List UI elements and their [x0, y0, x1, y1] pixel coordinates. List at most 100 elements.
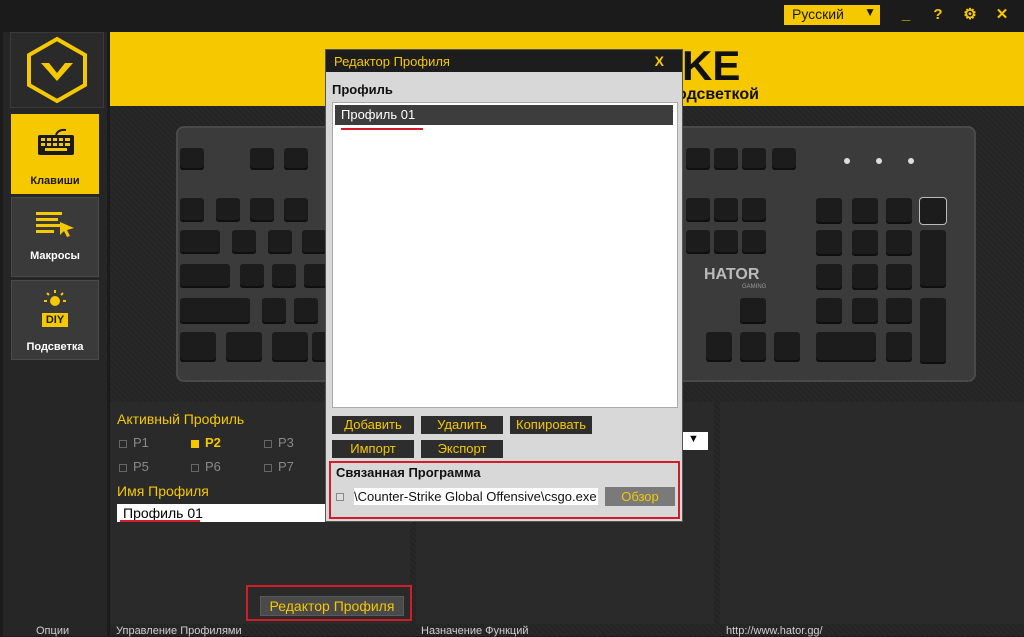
key[interactable]: [272, 264, 296, 288]
language-select[interactable]: Русский ▼: [784, 5, 880, 25]
sidebar-item-keys[interactable]: Клавиши: [11, 114, 99, 194]
key[interactable]: [920, 230, 946, 288]
profile-name-label: Имя Профиля: [117, 483, 209, 499]
close-button[interactable]: ✕: [990, 4, 1014, 26]
key[interactable]: [180, 298, 250, 324]
key[interactable]: [886, 230, 912, 256]
key[interactable]: [774, 332, 800, 362]
sidebar-item-lighting[interactable]: DIY Подсветка: [11, 280, 99, 360]
key[interactable]: [816, 264, 842, 290]
key[interactable]: [886, 198, 912, 224]
key[interactable]: [816, 198, 842, 224]
delete-button[interactable]: Удалить: [421, 416, 503, 434]
profile-slot-p3[interactable]: P3: [264, 435, 294, 450]
key[interactable]: [714, 148, 738, 170]
add-button[interactable]: Добавить: [332, 416, 414, 434]
key[interactable]: [886, 298, 912, 324]
key[interactable]: [742, 198, 766, 222]
key[interactable]: [268, 230, 292, 254]
key[interactable]: [250, 148, 274, 170]
key[interactable]: [240, 264, 264, 288]
banner-title: KE: [682, 42, 741, 89]
key[interactable]: [742, 148, 766, 170]
info-panel: [720, 402, 1024, 624]
key[interactable]: [180, 332, 216, 362]
sidebar-item-label: Подсветка: [26, 341, 84, 353]
key[interactable]: [852, 230, 878, 256]
key[interactable]: [772, 148, 796, 170]
key[interactable]: [816, 332, 876, 362]
key[interactable]: [852, 298, 878, 324]
dialog-close-icon[interactable]: X: [655, 53, 664, 69]
key[interactable]: [852, 264, 878, 290]
sidebar-item-label: Клавиши: [30, 175, 80, 187]
indicator-led: [876, 158, 882, 164]
key[interactable]: [284, 198, 308, 222]
key[interactable]: [284, 148, 308, 170]
key[interactable]: [250, 198, 274, 222]
key[interactable]: [302, 230, 326, 254]
indicator-led: [844, 158, 850, 164]
settings-gear-icon[interactable]: ⚙: [958, 4, 982, 26]
profile-slot-p5[interactable]: P5: [119, 459, 149, 474]
key[interactable]: [216, 198, 240, 222]
import-button[interactable]: Импорт: [332, 440, 414, 458]
key[interactable]: [714, 198, 738, 222]
language-value: Русский: [792, 6, 844, 22]
key[interactable]: [886, 264, 912, 290]
key[interactable]: [920, 198, 946, 224]
footer-url-link[interactable]: http://www.hator.gg/: [726, 625, 823, 637]
export-button[interactable]: Экспорт: [421, 440, 503, 458]
copy-button[interactable]: Копировать: [510, 416, 592, 434]
profile-slot-p1[interactable]: P1: [119, 435, 149, 450]
linked-program-path[interactable]: \Counter-Strike Global Offensive\csgo.ex…: [354, 488, 598, 505]
sidebar-item-label: Макросы: [30, 250, 80, 262]
key[interactable]: [180, 230, 220, 254]
key[interactable]: [686, 230, 710, 254]
footer-function-assign[interactable]: Назначение Функций: [421, 625, 529, 637]
key[interactable]: [816, 298, 842, 324]
dropdown-field[interactable]: ▼: [680, 432, 708, 450]
profile-slot-p6[interactable]: P6: [191, 459, 221, 474]
linked-program-checkbox[interactable]: [336, 493, 344, 501]
profile-slot-p2[interactable]: P2: [191, 435, 221, 450]
key[interactable]: [180, 264, 230, 288]
key[interactable]: [686, 148, 710, 170]
key[interactable]: [686, 198, 710, 222]
key[interactable]: [740, 332, 766, 362]
app-logo: [10, 32, 104, 108]
keyboard-icon: [38, 128, 74, 155]
key[interactable]: [706, 332, 732, 362]
key[interactable]: [920, 298, 946, 364]
key[interactable]: [180, 148, 204, 170]
help-button[interactable]: ?: [926, 4, 950, 26]
key[interactable]: [262, 298, 286, 324]
key[interactable]: [742, 230, 766, 254]
key[interactable]: [272, 332, 308, 362]
key[interactable]: [180, 198, 204, 222]
key[interactable]: [294, 298, 318, 324]
macro-icon: [36, 212, 74, 237]
dialog-titlebar: Редактор Профиля X: [326, 50, 682, 72]
browse-button[interactable]: Обзор: [605, 487, 675, 506]
footer-options[interactable]: Опции: [36, 625, 69, 637]
key[interactable]: [816, 230, 842, 256]
key[interactable]: [852, 198, 878, 224]
key[interactable]: [886, 332, 912, 362]
key[interactable]: [226, 332, 262, 362]
key[interactable]: [714, 230, 738, 254]
profile-slot-p7[interactable]: P7: [264, 459, 294, 474]
banner-subtitle: одсветкой: [677, 86, 759, 103]
list-item[interactable]: Профиль 01: [335, 105, 673, 125]
key[interactable]: [740, 298, 766, 324]
profile-list-label: Профиль: [332, 82, 393, 97]
diy-badge: DIY: [42, 313, 68, 327]
minimize-button[interactable]: _: [894, 4, 918, 26]
annotation-underline: [120, 520, 200, 522]
sidebar-item-macros[interactable]: Макросы: [11, 197, 99, 277]
profile-editor-button[interactable]: Редактор Профиля: [260, 596, 404, 616]
active-profile-heading: Активный Профиль: [117, 411, 245, 427]
footer-profile-management[interactable]: Управление Профилями: [116, 625, 242, 637]
key[interactable]: [232, 230, 256, 254]
keyboard-brand-sub: GAMING: [742, 284, 767, 290]
